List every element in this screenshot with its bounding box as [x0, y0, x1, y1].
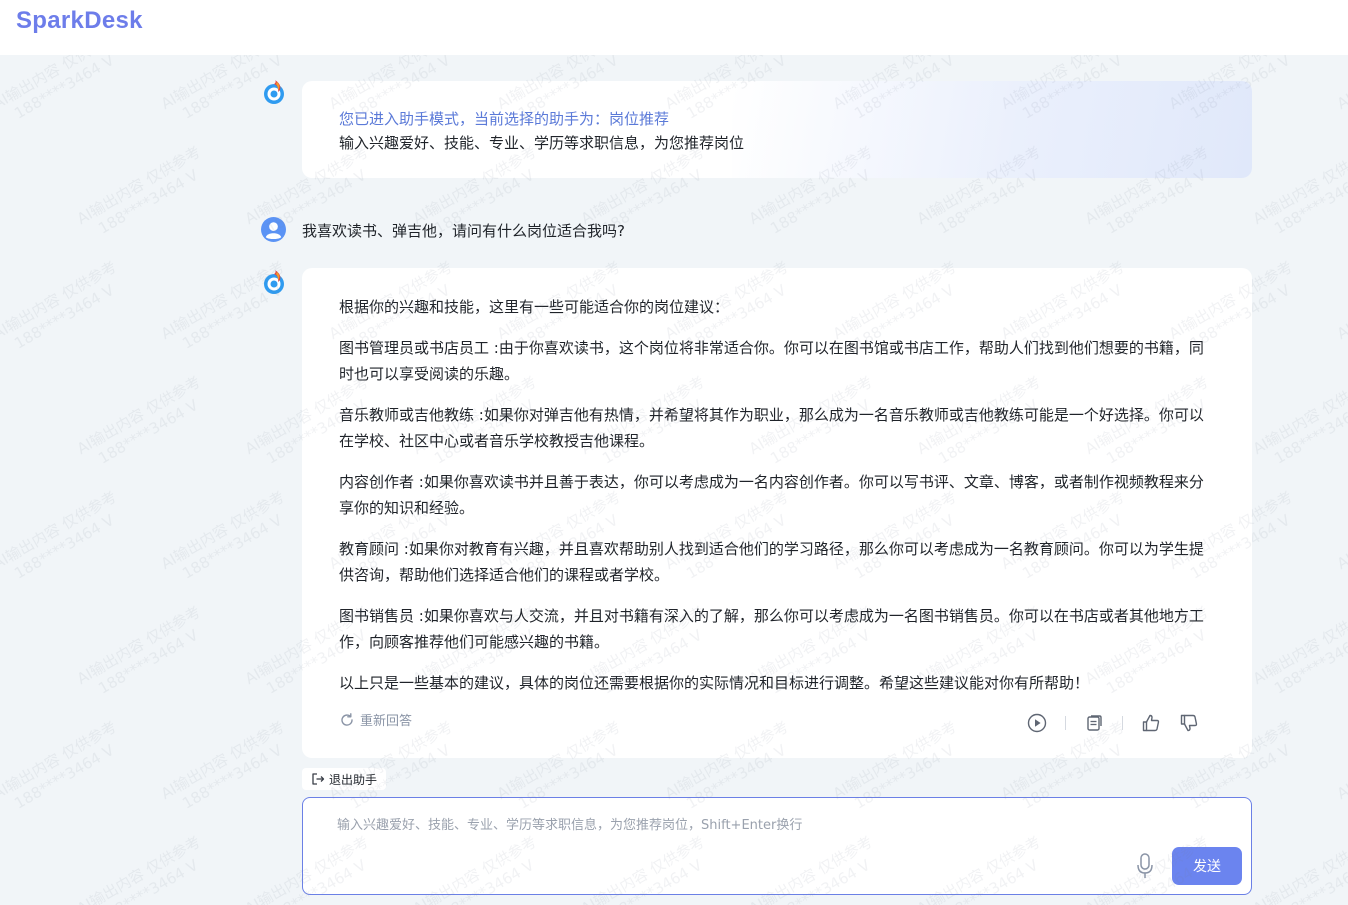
watermark-text: AI输出内容 仅供参考188****3464 V: [1333, 488, 1348, 574]
answer-paragraph: 音乐教师或吉他教练 :如果你对弹吉他有热情，并希望将其作为职业，那么成为一名音乐…: [339, 406, 1204, 450]
watermark-text: AI输出内容 仅供参考188****3464 V: [73, 142, 204, 238]
thumbs-down-button[interactable]: [1178, 712, 1200, 734]
watermark-text: AI输出内容 仅供参考188****3464 V: [0, 717, 120, 813]
message-input[interactable]: [335, 812, 1119, 876]
watermark-text: AI输出内容 仅供参考188****3464 V: [73, 602, 204, 698]
watermark-text: AI输出内容 仅供参考188****3464 V: [1333, 258, 1348, 344]
exit-assistant-label: 退出助手: [329, 772, 378, 787]
watermark-text: AI输出内容 仅供参考188****3464 V: [0, 257, 120, 353]
copy-button[interactable]: [1083, 712, 1105, 734]
refresh-icon: [341, 712, 353, 726]
user-avatar-icon: [261, 217, 286, 242]
answer-paragraph: 内容创作者 :如果你喜欢读书并且善于表达，你可以考虑成为一名内容创作者。你可以写…: [339, 473, 1204, 517]
intro-card-decoration: [732, 81, 1252, 178]
action-divider: [1122, 716, 1123, 730]
watermark-text: AI输出内容 仅供参考188****3464 V: [157, 487, 288, 583]
watermark-text: AI输出内容 仅供参考188****3464 V: [1333, 55, 1348, 114]
chat-area: 您已进入助手模式，当前选择的助手为：岗位推荐 输入兴趣爱好、技能、专业、学历等求…: [0, 55, 1348, 905]
play-button[interactable]: [1026, 712, 1048, 734]
watermark-text: AI输出内容 仅供参考188****3464 V: [0, 487, 120, 583]
send-button[interactable]: 发送: [1172, 847, 1242, 885]
watermark-text: AI输出内容 仅供参考188****3464 V: [0, 55, 120, 123]
watermark-text: AI输出内容 仅供参考188****3464 V: [1333, 718, 1348, 804]
assistant-intro-card: 您已进入助手模式，当前选择的助手为：岗位推荐 输入兴趣爱好、技能、专业、学历等求…: [302, 81, 1252, 178]
answer-actions: [1026, 712, 1200, 734]
exit-icon: [312, 773, 325, 785]
assistant-answer-card: 根据你的兴趣和技能，这里有一些可能适合你的岗位建议： 图书管理员或书店员工 :由…: [302, 268, 1252, 758]
message-input-box: 发送: [302, 797, 1252, 895]
microphone-icon[interactable]: [1135, 852, 1155, 880]
answer-paragraph: 图书销售员 :如果你喜欢与人交流，并且对书籍有深入的了解，那么你可以考虑成为一名…: [339, 607, 1204, 651]
thumbs-up-button[interactable]: [1140, 712, 1162, 734]
user-message: 我喜欢读书、弹吉他，请问有什么岗位适合我吗?: [302, 222, 625, 240]
sparkdesk-logo[interactable]: SparkDesk: [16, 7, 143, 35]
spark-assistant-avatar-icon: [264, 80, 284, 104]
watermark-text: AI输出内容 仅供参考188****3464 V: [1249, 142, 1348, 238]
top-bar: SparkDesk: [0, 0, 1348, 55]
action-divider: [1065, 716, 1066, 730]
regenerate-button[interactable]: 重新回答: [339, 710, 412, 729]
assistant-hint-text: 输入兴趣爱好、技能、专业、学历等求职信息，为您推荐岗位: [339, 134, 745, 152]
regenerate-label: 重新回答: [360, 714, 413, 729]
watermark-text: AI输出内容 仅供参考188****3464 V: [157, 717, 288, 813]
spark-assistant-avatar-icon: [264, 270, 284, 294]
answer-body: 根据你的兴趣和技能，这里有一些可能适合你的岗位建议： 图书管理员或书店员工 :由…: [339, 294, 1211, 711]
watermark-text: AI输出内容 仅供参考188****3464 V: [73, 832, 204, 905]
thumbs-down-icon: [1180, 714, 1198, 732]
play-icon: [1027, 713, 1047, 733]
exit-assistant-button[interactable]: 退出助手: [302, 768, 387, 790]
watermark-text: AI输出内容 仅供参考188****3464 V: [1249, 602, 1348, 698]
watermark-text: AI输出内容 仅供参考188****3464 V: [1249, 832, 1348, 905]
answer-paragraph: 教育顾问 :如果你对教育有兴趣，并且喜欢帮助别人找到适合他们的学习路径，那么你可…: [339, 540, 1204, 584]
watermark-text: AI输出内容 仅供参考188****3464 V: [73, 372, 204, 468]
answer-paragraph: 根据你的兴趣和技能，这里有一些可能适合你的岗位建议：: [339, 298, 730, 316]
copy-icon: [1087, 715, 1102, 731]
watermark-text: AI输出内容 仅供参考188****3464 V: [1249, 372, 1348, 468]
assistant-mode-text: 您已进入助手模式，当前选择的助手为：岗位推荐: [339, 110, 670, 128]
answer-paragraph: 图书管理员或书店员工 :由于你喜欢读书，这个岗位将非常适合你。你可以在图书馆或书…: [339, 339, 1204, 383]
answer-paragraph: 以上只是一些基本的建议，具体的岗位还需要根据你的实际情况和目标进行调整。希望这些…: [339, 674, 1090, 692]
thumbs-up-icon: [1142, 714, 1160, 732]
